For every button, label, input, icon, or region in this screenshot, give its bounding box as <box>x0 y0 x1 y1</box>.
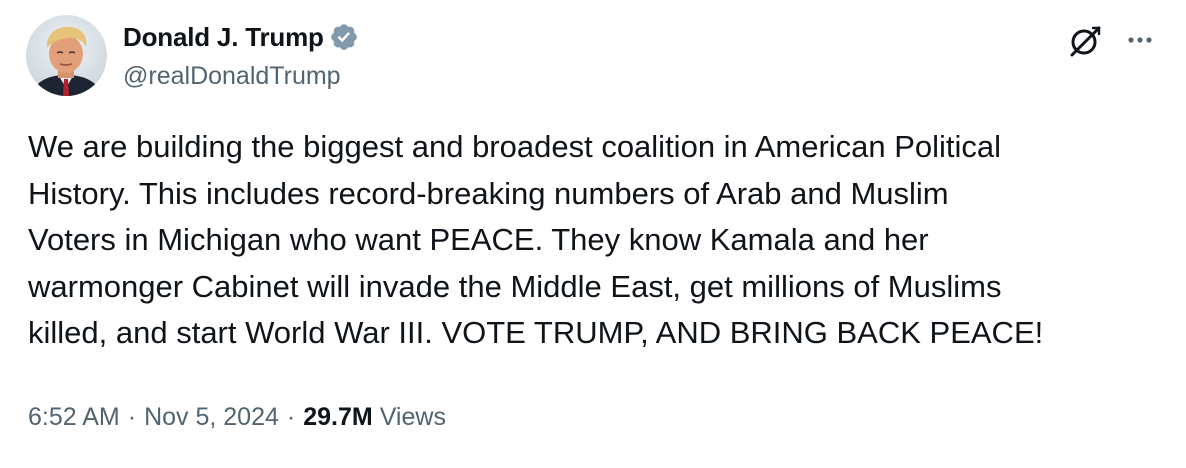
tweet-card: Donald J. Trump @realDonaldTrump We are … <box>0 0 1186 468</box>
tweet-meta: 6:52 AM · Nov 5, 2024 · 29.7M Views <box>28 399 446 435</box>
verified-badge-icon[interactable] <box>329 22 359 52</box>
author-name-row: Donald J. Trump <box>123 19 359 55</box>
profile-photo <box>26 15 107 96</box>
grok-icon[interactable] <box>1066 22 1104 60</box>
tweet-time[interactable]: 6:52 AM <box>28 403 120 432</box>
author-display-name[interactable]: Donald J. Trump <box>123 22 324 53</box>
views-label[interactable]: Views <box>380 403 446 432</box>
views-count[interactable]: 29.7M <box>303 403 372 432</box>
tweet-date[interactable]: Nov 5, 2024 <box>144 403 279 432</box>
more-icon[interactable] <box>1123 26 1157 54</box>
meta-separator: · <box>127 402 137 431</box>
author-handle[interactable]: @realDonaldTrump <box>123 62 341 91</box>
meta-separator: · <box>286 402 296 431</box>
avatar[interactable] <box>26 15 107 96</box>
tweet-text: We are building the biggest and broadest… <box>28 129 1044 350</box>
